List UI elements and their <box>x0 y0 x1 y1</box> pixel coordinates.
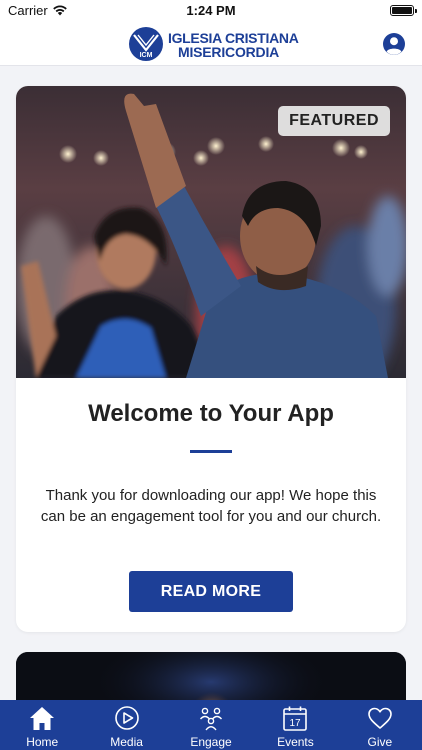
card-description: Thank you for downloading our app! We ho… <box>40 487 382 525</box>
title-divider <box>190 450 232 453</box>
tab-events[interactable]: 17 Events <box>253 700 337 750</box>
status-bar: Carrier 1:24 PM <box>0 0 422 22</box>
featured-badge: FEATURED <box>278 106 390 136</box>
tab-label-media: Media <box>110 735 143 749</box>
logo-mark-text: ICM <box>140 52 153 59</box>
tab-label-engage: Engage <box>190 735 232 749</box>
play-circle-icon <box>114 706 139 730</box>
tab-engage[interactable]: Engage <box>169 700 253 750</box>
people-group-icon <box>199 707 223 731</box>
logo-text-line2: MISERICORDIA <box>178 44 280 60</box>
home-icon <box>30 707 55 730</box>
church-logo[interactable]: ICM IGLESIA CRISTIANA MISERICORDIA <box>128 25 299 63</box>
heart-icon <box>368 707 392 729</box>
tab-home[interactable]: Home <box>0 700 84 750</box>
calendar-icon-date: 17 <box>290 718 302 729</box>
app-header: ICM IGLESIA CRISTIANA MISERICORDIA <box>0 22 422 66</box>
battery-full-icon <box>390 5 417 16</box>
card-title: Welcome to Your App <box>88 400 334 427</box>
user-profile-icon[interactable] <box>382 32 406 56</box>
read-more-button[interactable]: READ MORE <box>129 571 293 612</box>
featured-card[interactable]: FEATURED Welcome to Your App Thank you f… <box>16 86 406 632</box>
calendar-icon: 17 <box>283 706 308 731</box>
tab-label-home: Home <box>26 735 59 749</box>
tab-give[interactable]: Give <box>338 700 422 750</box>
church-emblem-icon: ICM <box>129 27 163 61</box>
bottom-tab-bar: Home Media Engage 17 Events Give <box>0 700 422 750</box>
tab-label-give: Give <box>367 735 393 749</box>
tab-media[interactable]: Media <box>84 700 168 750</box>
clock-time: 1:24 PM <box>186 3 236 18</box>
tab-label-events: Events <box>277 735 314 749</box>
